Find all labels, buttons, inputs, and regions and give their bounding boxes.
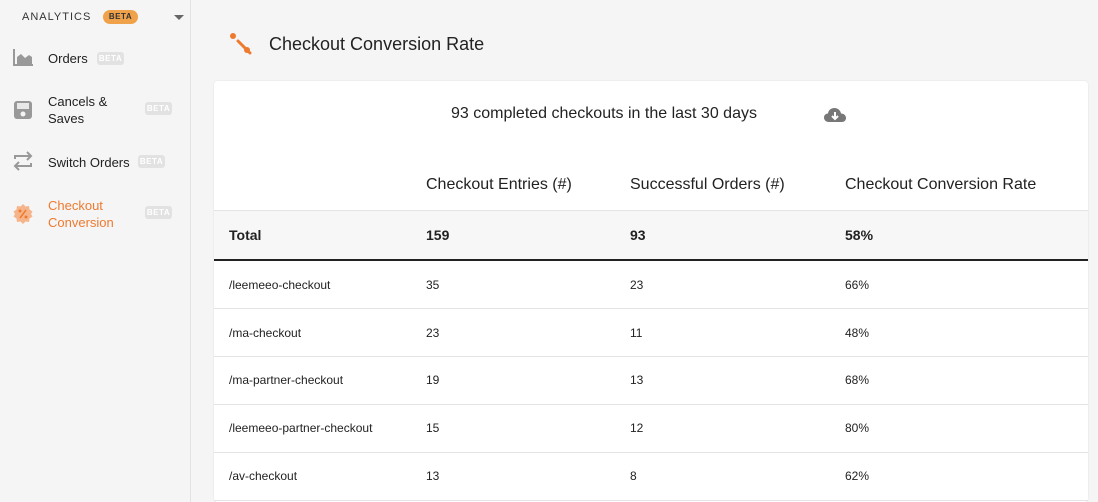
chevron-down-icon[interactable] (174, 15, 184, 20)
row-orders: 12 (630, 421, 644, 435)
table-row: /leemeeo-partner-checkout 15 12 80% (214, 405, 1088, 453)
row-path: /leemeeo-partner-checkout (229, 421, 373, 435)
row-path: /leemeeo-checkout (229, 278, 331, 292)
sidebar: ANALYTICS BETA Orders BETA Cancels & Sav… (0, 0, 191, 502)
total-row: Total 159 93 58% (214, 210, 1088, 261)
summary-text: 93 completed checkouts in the last 30 da… (451, 105, 757, 122)
column-header-orders: Successful Orders (#) (630, 176, 785, 193)
table-row: /leemeeo-checkout 35 23 66% (214, 261, 1088, 309)
page-title: Checkout Conversion Rate (269, 34, 485, 54)
sidebar-item-label: Switch Orders (48, 155, 130, 170)
sidebar-item-checkout-conversion[interactable]: Checkout Conversion BETA (0, 194, 191, 234)
row-entries: 13 (426, 469, 440, 483)
sidebar-item-orders[interactable]: Orders BETA (0, 44, 191, 72)
percent-icon (230, 33, 252, 55)
sidebar-item-label: Orders (48, 51, 88, 66)
table-row: /ma-partner-checkout 19 13 68% (214, 357, 1088, 405)
total-rate: 58% (845, 227, 874, 243)
row-path: /av-checkout (229, 469, 298, 483)
cloud-download-icon[interactable] (823, 105, 847, 125)
row-orders: 8 (630, 469, 637, 483)
row-entries: 15 (426, 421, 440, 435)
row-rate: 66% (845, 278, 870, 292)
sidebar-item-switch-orders[interactable]: Switch Orders BETA (0, 148, 191, 176)
beta-badge: BETA (97, 52, 124, 65)
sidebar-item-label: Cancels & Saves (48, 94, 108, 126)
percent-badge-icon (13, 204, 33, 224)
beta-badge: BETA (138, 155, 165, 168)
row-rate: 62% (845, 469, 870, 483)
conversion-card: 93 completed checkouts in the last 30 da… (214, 81, 1088, 502)
row-orders: 13 (630, 373, 644, 387)
sidebar-item-label: Checkout Conversion (48, 198, 114, 230)
row-path: /ma-partner-checkout (229, 373, 344, 387)
beta-badge: BETA (145, 102, 172, 115)
row-orders: 11 (630, 326, 643, 340)
row-path: /ma-checkout (229, 326, 302, 340)
switch-arrows-icon (13, 151, 33, 171)
total-label: Total (229, 227, 262, 243)
area-chart-icon (13, 49, 33, 66)
analytics-section-header[interactable]: ANALYTICS BETA (0, 0, 191, 34)
total-entries: 159 (426, 227, 450, 243)
beta-badge: BETA (145, 206, 172, 219)
row-rate: 80% (845, 421, 870, 435)
floppy-disk-icon (14, 101, 32, 119)
row-entries: 35 (426, 278, 440, 292)
section-title: ANALYTICS (22, 11, 92, 23)
row-rate: 48% (845, 326, 870, 340)
row-entries: 23 (426, 326, 440, 340)
column-header-rate: Checkout Conversion Rate (845, 176, 1037, 193)
beta-badge: BETA (103, 10, 138, 24)
row-entries: 19 (426, 373, 440, 387)
total-orders: 93 (630, 227, 646, 243)
row-rate: 68% (845, 373, 870, 387)
table-row: /ma-checkout 23 11 48% (214, 309, 1088, 357)
column-header-entries: Checkout Entries (#) (426, 176, 572, 193)
table-row: /av-checkout 13 8 62% (214, 453, 1088, 501)
sidebar-item-cancels-saves[interactable]: Cancels & Saves BETA (0, 90, 191, 130)
row-orders: 23 (630, 278, 644, 292)
